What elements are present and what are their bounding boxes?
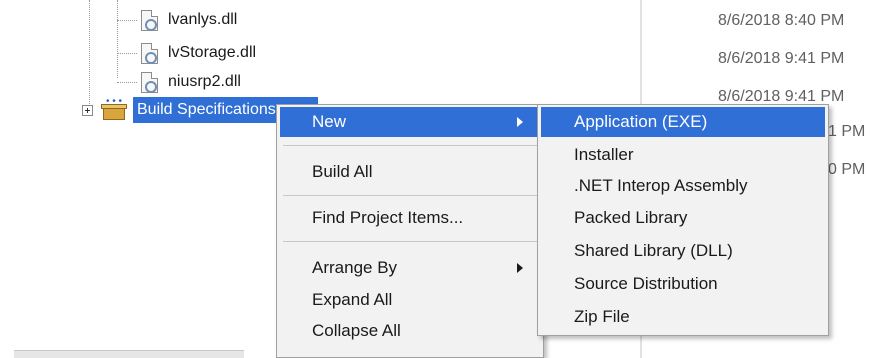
tree-item-lvanlys[interactable]: lvanlys.dll [117,8,237,32]
expand-plus-icon[interactable] [82,104,93,116]
menu-item-expand-all[interactable]: Expand All [280,285,539,315]
submenu-item-shared-library-dll[interactable]: Shared Library (DLL) [541,236,825,266]
menu-item-collapse-all[interactable]: Collapse All [280,316,539,346]
submenu-item-packed-library[interactable]: Packed Library [541,203,825,233]
dll-file-icon [141,9,158,31]
menu-separator [283,241,537,242]
submenu-item-label: Packed Library [574,208,688,227]
bottom-tab-strip [14,350,244,358]
date-modified-text: 0 PM [828,161,866,178]
submenu-arrow-icon [517,117,523,127]
submenu-item-zip-file[interactable]: Zip File [541,302,825,332]
menu-item-build-all[interactable]: Build All [280,157,539,187]
menu-separator [283,145,537,146]
date-modified-text: 1 PM [828,123,866,140]
submenu-item-installer[interactable]: Installer [541,140,825,170]
new-submenu: Application (EXE) Installer .NET Interop… [537,104,829,336]
tree-item-niusrp2[interactable]: niusrp2.dll [117,70,241,94]
menu-item-label: Arrange By [312,258,398,277]
submenu-item-label: Installer [574,145,634,164]
date-modified-text: 8/6/2018 8:40 PM [718,12,845,29]
submenu-item-label: Application (EXE) [574,112,708,131]
submenu-item-net-interop-assembly[interactable]: .NET Interop Assembly [541,171,825,201]
menu-item-label: Build All [312,162,373,181]
tree-item-label: lvStorage.dll [168,44,257,61]
menu-item-label: Collapse All [312,321,401,340]
menu-item-find-project-items[interactable]: Find Project Items... [280,203,539,233]
menu-item-label: Expand All [312,290,393,309]
submenu-item-label: .NET Interop Assembly [574,176,748,195]
date-modified-text: 8/6/2018 9:41 PM [718,50,845,67]
dll-file-icon [141,42,158,64]
menu-item-arrange-by[interactable]: Arrange By [280,253,539,283]
submenu-item-label: Shared Library (DLL) [574,241,733,260]
submenu-arrow-icon [517,263,523,273]
menu-separator [283,195,537,196]
tree-item-label: niusrp2.dll [168,73,241,90]
dll-file-icon [141,71,158,93]
context-menu: New Build All Find Project Items... Arra… [276,104,544,358]
submenu-item-label: Zip File [574,307,630,326]
menu-item-label: Find Project Items... [312,208,464,227]
menu-item-label: New [312,112,347,131]
submenu-item-application-exe[interactable]: Application (EXE) [541,107,825,137]
submenu-item-source-distribution[interactable]: Source Distribution [541,269,825,299]
tree-connector-line [89,0,90,110]
submenu-item-label: Source Distribution [574,274,718,293]
tree-item-label: lvanlys.dll [168,11,238,28]
build-specifications-icon: • • • [101,97,127,121]
menu-item-new[interactable]: New [280,107,539,137]
tree-item-lvstorage[interactable]: lvStorage.dll [117,41,256,65]
